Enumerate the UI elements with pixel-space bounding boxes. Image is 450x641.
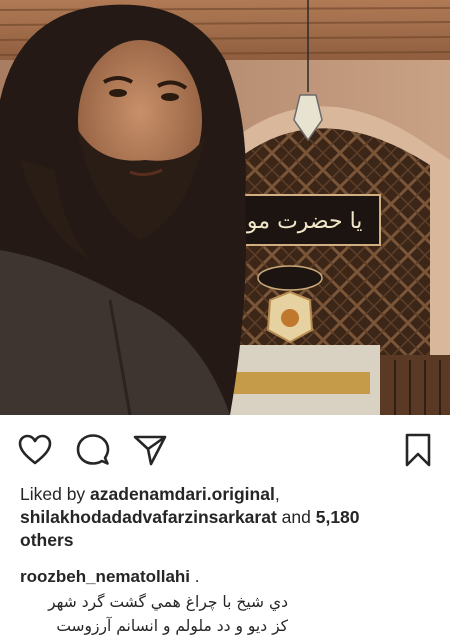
liker-username-1[interactable]: azadenamdari.original: [90, 484, 275, 504]
caption-line-2: كز ديو و دد ملولم و انسانم آرزوست: [56, 617, 288, 635]
caption-header: roozbeh_nematollahi .: [20, 566, 199, 588]
liked-by-prefix: Liked by: [20, 484, 91, 504]
post-photo[interactable]: یا حضرت مولانا: [0, 0, 450, 415]
caption-dot: .: [190, 567, 200, 586]
action-bar: [0, 415, 450, 485]
likes-count[interactable]: 5,180: [316, 507, 360, 527]
likes-and-text: and: [276, 507, 316, 527]
post-image: یا حضرت مولانا: [0, 0, 450, 415]
bookmark-icon[interactable]: [405, 433, 431, 467]
share-icon[interactable]: [133, 433, 167, 467]
liker-username-2[interactable]: shilakhodadadvafarzinsarkarat: [20, 507, 277, 527]
likes-others[interactable]: others: [20, 530, 73, 550]
likes-separator: ,: [274, 484, 280, 504]
heart-icon[interactable]: [18, 434, 52, 466]
likes-summary: Liked by azadenamdari.original, shilakho…: [20, 483, 435, 552]
comment-icon[interactable]: [76, 433, 110, 467]
caption-username[interactable]: roozbeh_nematollahi: [20, 567, 190, 586]
caption-line-1: دي شيخ با چراغ همي گشت گرد شهر: [48, 593, 288, 611]
